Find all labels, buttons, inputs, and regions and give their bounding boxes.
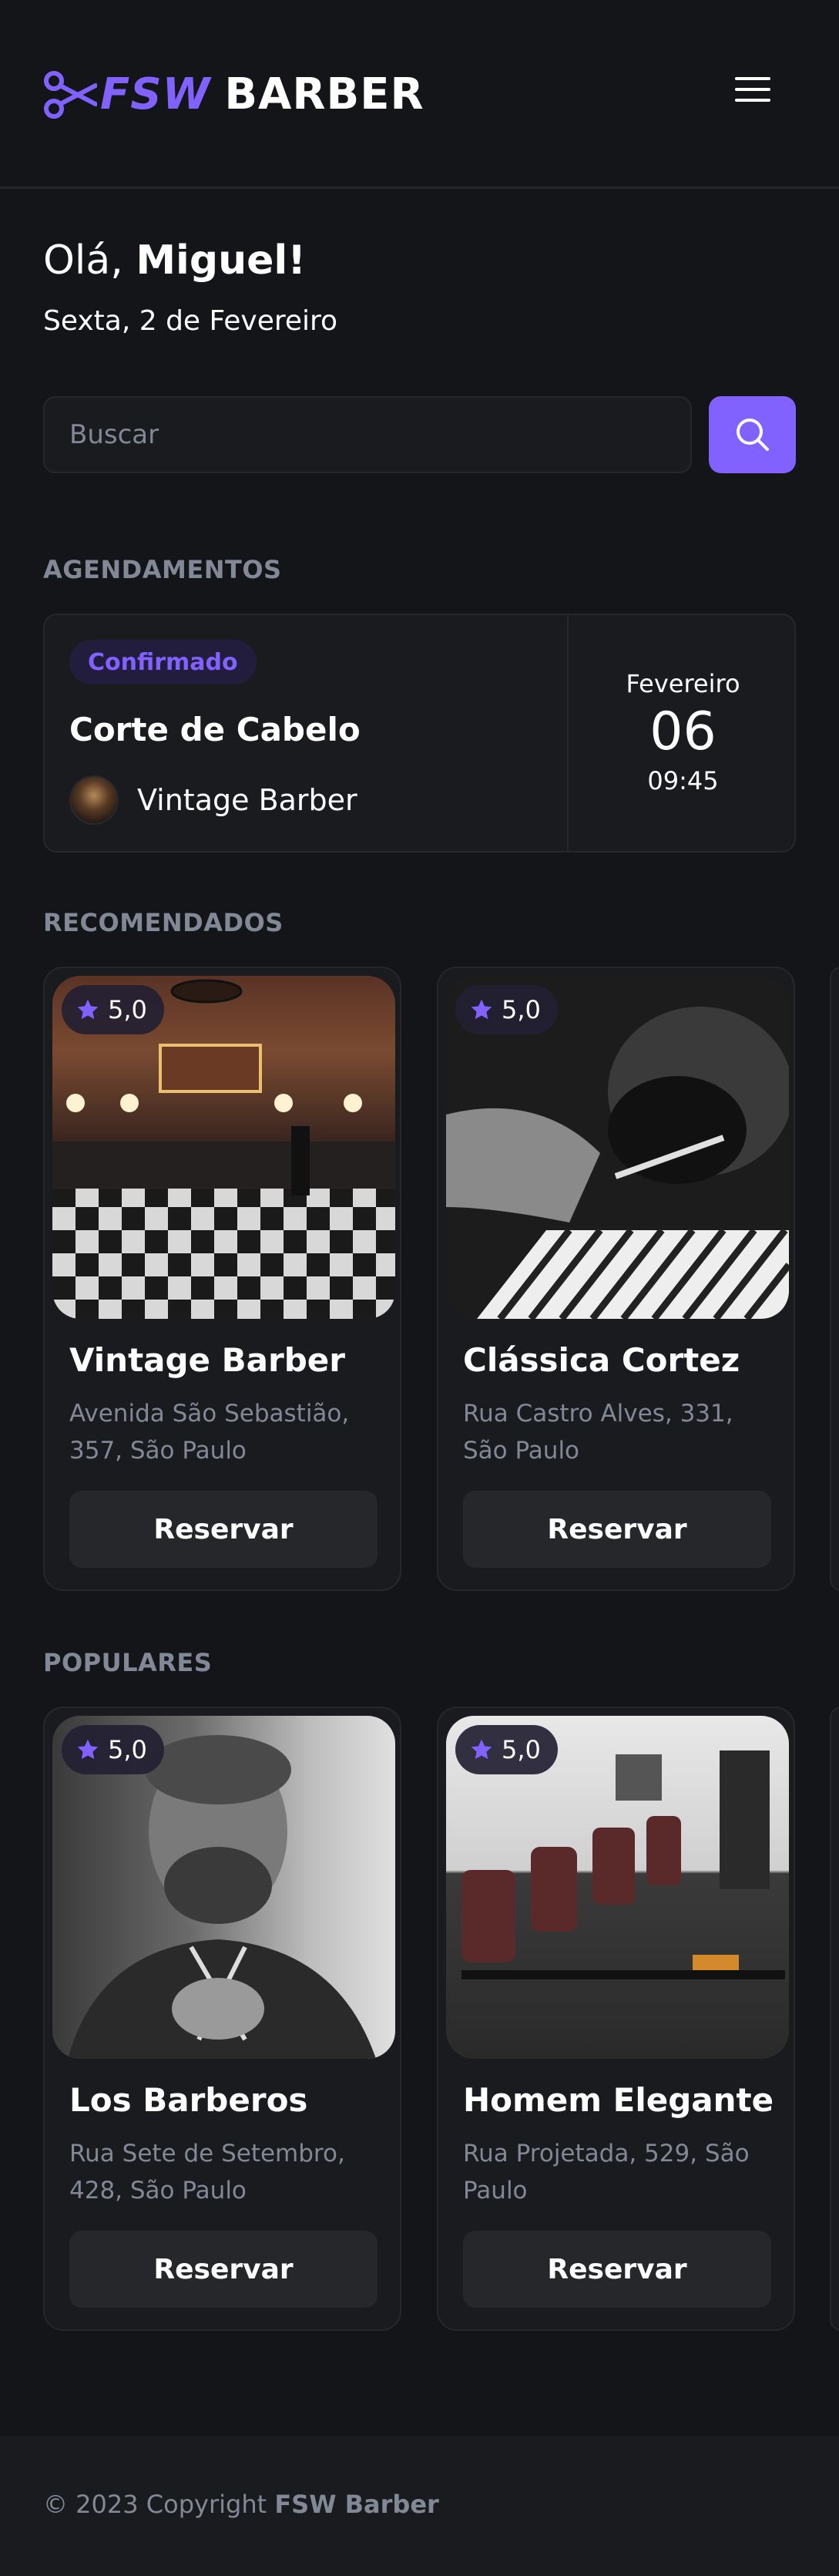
search-button[interactable]: [709, 396, 796, 473]
rating-value: 5,0: [502, 995, 541, 1024]
rating-badge: 5,0: [455, 985, 558, 1034]
barbershop-address: Rua Castro Alves, 331, São Paulo: [463, 1400, 733, 1465]
booking-barbershop-name: Vintage Barber: [137, 783, 357, 817]
barbershop-name: Homem Elegante: [463, 2081, 774, 2119]
section-title-popular: Populares: [43, 1648, 213, 1677]
search-icon: [736, 419, 769, 451]
logo-text-barber: BARBER: [224, 69, 425, 119]
rating-value: 5,0: [108, 1735, 147, 1764]
booking-service: Corte de Cabelo: [69, 711, 361, 748]
star-icon: [77, 1739, 99, 1760]
barbershop-name: Vintage Barber: [69, 1341, 345, 1379]
greeting-prefix: Olá,: [43, 237, 136, 284]
section-title-bookings: Agendamentos: [43, 555, 282, 584]
copyright-text: © 2023 Copyright FSW Barber: [43, 2490, 439, 2519]
current-date: Sexta, 2 de Fevereiro: [43, 305, 338, 337]
booking-time: 09:45: [647, 766, 719, 795]
hamburger-menu-icon[interactable]: [735, 77, 770, 113]
barbershop-card[interactable]: 5,0 Clássica Cortez Rua Castro Alves, 33…: [437, 967, 795, 1591]
reserve-button[interactable]: Reservar: [69, 2231, 378, 2308]
star-icon: [77, 999, 99, 1020]
barbershop-image: 5,0: [446, 976, 789, 1319]
barbershop-address: Rua Sete de Setembro, 428, São Paulo: [69, 2140, 345, 2204]
app-footer: © 2023 Copyright FSW Barber: [0, 2436, 839, 2576]
next-card-peek[interactable]: [830, 1707, 839, 2331]
user-name: Miguel!: [136, 237, 306, 284]
booking-month: Fevereiro: [626, 669, 740, 698]
app-logo[interactable]: FSW BARBER: [43, 69, 425, 119]
rating-badge: 5,0: [62, 1725, 164, 1774]
app-header: FSW BARBER: [0, 0, 839, 189]
barbershop-card[interactable]: 5,0 Vintage Barber Avenida São Sebastião…: [43, 967, 401, 1591]
rating-value: 5,0: [108, 995, 147, 1024]
copyright-prefix: © 2023 Copyright: [43, 2490, 275, 2519]
rating-badge: 5,0: [455, 1725, 558, 1774]
barbershop-image: 5,0: [446, 1716, 789, 2059]
barbershop-image: 5,0: [52, 1716, 395, 2059]
next-card-peek[interactable]: [830, 967, 839, 1591]
booking-barbershop: Vintage Barber: [69, 775, 357, 825]
barbershop-card[interactable]: 5,0 Los Barberos Rua Sete de Setembro, 4…: [43, 1707, 401, 2331]
barbershop-address: Rua Projetada, 529, São Paulo: [463, 2140, 750, 2204]
reserve-button[interactable]: Reservar: [463, 2231, 771, 2308]
barbershop-card[interactable]: 5,0 Homem Elegante Rua Projetada, 529, S…: [437, 1707, 795, 2331]
booking-card[interactable]: Confirmado Corte de Cabelo Vintage Barbe…: [43, 614, 796, 853]
barbershop-name: Los Barberos: [69, 2081, 308, 2119]
search-input[interactable]: [43, 396, 692, 473]
barbershop-address: Avenida São Sebastião, 357, São Paulo: [69, 1400, 350, 1465]
barbershop-image: 5,0: [52, 976, 395, 1319]
scissors-icon: [44, 70, 97, 119]
rating-badge: 5,0: [62, 985, 164, 1034]
star-icon: [471, 999, 492, 1020]
reserve-button[interactable]: Reservar: [69, 1491, 378, 1568]
star-icon: [471, 1739, 492, 1760]
barbershop-avatar: [69, 775, 119, 825]
logo-text-fsw: FSW: [100, 69, 211, 119]
section-title-recommended: Recomendados: [43, 908, 284, 937]
status-badge: Confirmado: [69, 640, 257, 684]
rating-value: 5,0: [502, 1735, 541, 1764]
booking-day: 06: [649, 701, 717, 762]
barbershop-name: Clássica Cortez: [463, 1341, 740, 1379]
booking-date: Fevereiro 06 09:45: [569, 615, 794, 851]
copyright-brand: FSW Barber: [274, 2490, 439, 2519]
greeting: Olá, Miguel!: [43, 237, 306, 284]
booking-details: Confirmado Corte de Cabelo Vintage Barbe…: [45, 615, 569, 851]
reserve-button[interactable]: Reservar: [463, 1491, 771, 1568]
